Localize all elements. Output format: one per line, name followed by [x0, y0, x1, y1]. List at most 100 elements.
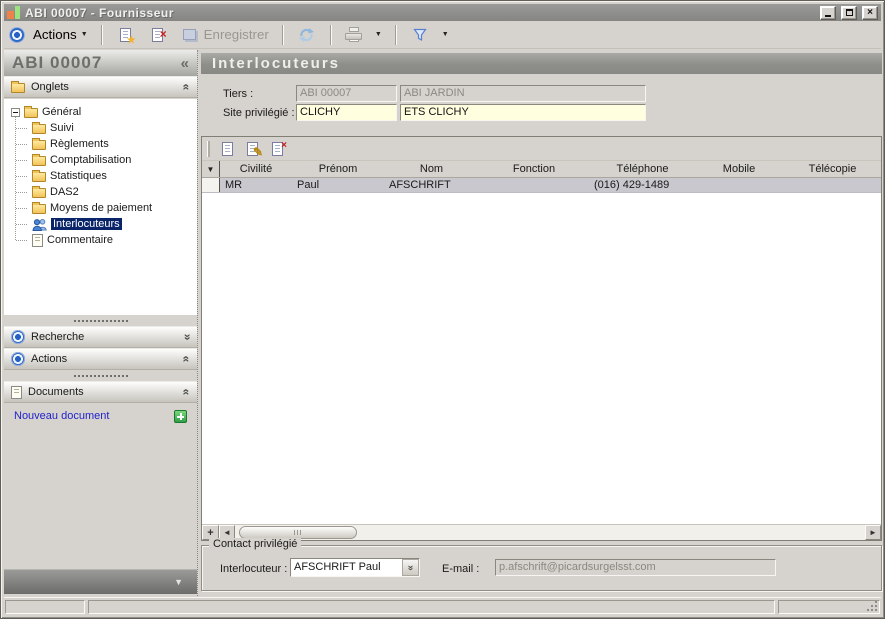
panel-header-recherche[interactable]: Recherche « [4, 326, 197, 348]
column-header-nom[interactable]: Nom [384, 163, 479, 175]
folder-icon [32, 124, 46, 134]
tree-node-das2[interactable]: DAS2 [4, 184, 197, 200]
refresh-button[interactable] [293, 23, 321, 47]
folder-icon [32, 204, 46, 214]
tree-node-label: Comptabilisation [50, 154, 131, 166]
chevron-up-icon[interactable]: « [181, 84, 193, 91]
minimize-icon [825, 15, 831, 17]
toolbar-separator [395, 25, 397, 45]
status-bar [4, 597, 881, 615]
collapse-sidebar-icon[interactable]: « [181, 56, 189, 71]
new-document-icon [222, 142, 233, 156]
grid-delete-button[interactable]: × [268, 140, 286, 158]
grid-edit-button[interactable]: ✎ [243, 140, 261, 158]
chevron-up-icon[interactable]: « [181, 356, 193, 363]
combobox-dropdown-button[interactable]: « [402, 559, 419, 576]
toolbar-separator [101, 25, 103, 45]
print-options-button[interactable]: ▼ [371, 29, 386, 40]
document-icon [32, 234, 43, 247]
chevron-down-icon[interactable]: « [181, 334, 193, 341]
tree-node-statistiques[interactable]: Statistiques [4, 168, 197, 184]
table-row[interactable]: MR Paul AFSCHRIFT (016) 429-1489 [202, 178, 881, 193]
panel-splitter[interactable] [4, 370, 197, 381]
tree-node-moyens-de-paiement[interactable]: Moyens de paiement [4, 200, 197, 216]
delete-record-button[interactable]: × [144, 23, 172, 47]
printer-icon [345, 27, 363, 42]
sidebar-title: ABI 00007 [12, 53, 181, 73]
scrollbar-track[interactable] [235, 525, 865, 540]
chevron-up-icon[interactable]: « [181, 389, 193, 396]
tabs-tree: Général Suivi Règlements Comptabilisatio… [4, 99, 197, 315]
panel-header-actions[interactable]: Actions « [4, 348, 197, 370]
new-record-button[interactable]: ★ [112, 23, 140, 47]
people-icon [32, 218, 47, 231]
column-header-prenom[interactable]: Prénom [292, 163, 384, 175]
panel-splitter[interactable] [4, 315, 197, 326]
grid-new-button[interactable] [218, 140, 236, 158]
document-icon [11, 386, 22, 399]
close-button[interactable]: × [862, 6, 878, 20]
tree-node-general[interactable]: Général [4, 104, 197, 120]
save-button[interactable]: Enregistrer [176, 23, 273, 47]
toolbar-grip[interactable] [207, 141, 210, 157]
column-header-civilite[interactable]: Civilité [220, 163, 292, 175]
filter-icon [410, 25, 430, 45]
column-header-fonction[interactable]: Fonction [479, 163, 589, 175]
status-panel-middle [88, 600, 775, 614]
new-document-link[interactable]: Nouveau document [14, 410, 174, 422]
save-icon [180, 25, 200, 45]
chevron-down-icon: ▼ [442, 31, 449, 38]
interlocuteur-value: AFSCHRIFT Paul [291, 559, 402, 576]
sidebar: ABI 00007 « Onglets « Général Suivi R [4, 50, 197, 596]
tree-node-label: Règlements [50, 138, 109, 150]
status-panel-left [5, 600, 85, 614]
group-title: Contact privilégié [209, 538, 301, 550]
folder-icon [32, 156, 46, 166]
tiers-label: Tiers : [223, 88, 253, 100]
delete-x-icon: × [281, 141, 287, 151]
cell-nom: AFSCHRIFT [384, 179, 479, 191]
row-selector-header[interactable]: ▼ [202, 161, 220, 177]
scroll-right-button[interactable]: ► [865, 525, 881, 540]
chevron-down-icon: ▼ [174, 577, 183, 587]
tree-node-label: DAS2 [50, 186, 79, 198]
tree-node-commentaire[interactable]: Commentaire [4, 232, 197, 248]
print-button[interactable] [341, 25, 367, 44]
page-title: Interlocuteurs [201, 53, 882, 74]
column-header-telecopie[interactable]: Télécopie [782, 163, 883, 175]
site-name-field[interactable]: ETS CLICHY [400, 104, 646, 121]
panel-header-onglets[interactable]: Onglets « [4, 76, 197, 98]
tree-node-reglements[interactable]: Règlements [4, 136, 197, 152]
resize-grip-icon[interactable] [865, 599, 877, 611]
filter-options-button[interactable]: ▼ [438, 29, 453, 40]
new-document-row: Nouveau document [4, 407, 197, 425]
sidebar-collapsed-panel-bar[interactable]: ▼ [4, 569, 197, 594]
add-plus-icon[interactable] [174, 410, 187, 423]
actions-menu-label: Actions [33, 27, 77, 42]
app-window: ABI 00007 - Fournisseur × Actions ▼ ★ × … [0, 0, 885, 619]
row-selector-cell[interactable] [202, 178, 220, 192]
maximize-button[interactable] [841, 6, 857, 20]
tree-node-comptabilisation[interactable]: Comptabilisation [4, 152, 197, 168]
tree-node-interlocuteurs[interactable]: Interlocuteurs [4, 216, 197, 232]
interlocuteur-combobox[interactable]: AFSCHRIFT Paul « [290, 558, 420, 577]
tree-node-suivi[interactable]: Suivi [4, 120, 197, 136]
app-logo-icon [7, 6, 20, 19]
panel-header-documents[interactable]: Documents « [4, 381, 197, 403]
tree-node-label-selected: Interlocuteurs [51, 218, 122, 230]
site-code-field[interactable]: CLICHY [296, 104, 397, 121]
main-toolbar: Actions ▼ ★ × Enregistrer ▼ [4, 21, 881, 49]
tree-collapse-icon[interactable] [11, 108, 20, 117]
minimize-button[interactable] [820, 6, 836, 20]
actions-menu-button[interactable]: Actions ▼ [29, 25, 92, 44]
folder-icon [11, 83, 25, 93]
column-header-telephone[interactable]: Téléphone [589, 163, 696, 175]
sidebar-splitter[interactable] [197, 50, 198, 596]
filter-button[interactable] [406, 23, 434, 47]
bullseye-icon [11, 330, 25, 344]
page-title-text: Interlocuteurs [212, 55, 340, 72]
splitter-grip-icon [74, 375, 128, 377]
column-header-mobile[interactable]: Mobile [696, 163, 782, 175]
panel-title-actions: Actions [31, 353, 177, 365]
interlocuteur-label: Interlocuteur : [220, 563, 287, 575]
